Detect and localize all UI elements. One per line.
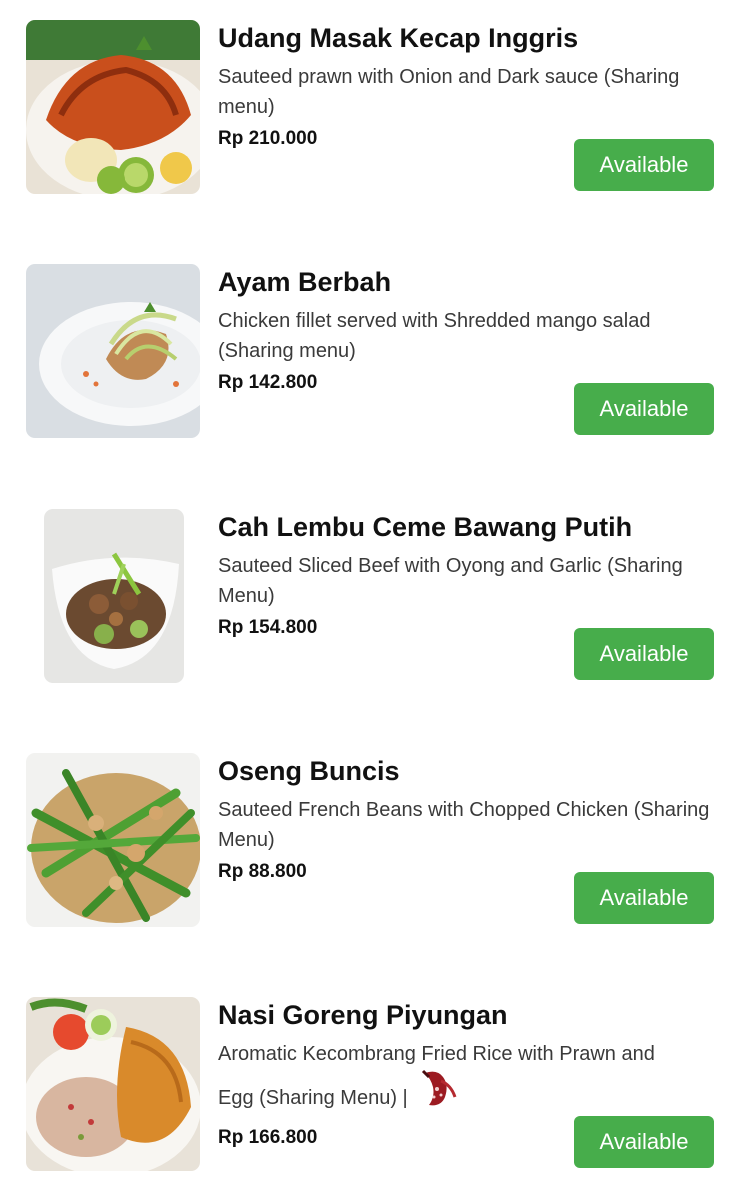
menu-list: Udang Masak Kecap Inggris Sauteed prawn … [0,0,739,1200]
beef-stirfry-image [44,509,184,683]
item-title: Udang Masak Kecap Inggris [218,23,579,53]
menu-item: Cah Lembu Ceme Bawang Putih Sauteed Slic… [0,509,739,709]
item-description: Sauteed prawn with Onion and Dark sauce … [218,66,680,118]
chili-icon [415,1067,459,1111]
item-price: Rp 166.800 [218,1127,318,1148]
item-title: Oseng Buncis [218,756,400,786]
available-button[interactable]: Available [574,383,714,435]
french-beans-image [26,753,200,927]
available-button[interactable]: Available [574,139,714,191]
chicken-fillet-image [26,264,200,438]
item-price: Rp 154.800 [218,617,318,638]
item-description-line1: Aromatic Kecombrang Fried Rice with Praw… [218,1043,655,1065]
item-title: Nasi Goreng Piyungan [218,1000,508,1030]
menu-item: Nasi Goreng Piyungan Aromatic Kecombrang… [0,997,739,1197]
item-title: Cah Lembu Ceme Bawang Putih [218,512,633,542]
available-button[interactable]: Available [574,872,714,924]
item-price: Rp 88.800 [218,861,307,882]
menu-item: Oseng Buncis Sauteed French Beans with C… [0,753,739,953]
item-description: Sauteed Sliced Beef with Oyong and Garli… [218,555,683,607]
available-button[interactable]: Available [574,628,714,680]
item-title: Ayam Berbah [218,267,392,297]
item-price: Rp 210.000 [218,128,318,149]
item-description: Chicken fillet served with Shredded mang… [218,310,651,362]
item-price: Rp 142.800 [218,372,318,393]
item-description-line2: Egg (Sharing Menu) | [218,1087,408,1109]
available-button[interactable]: Available [574,1116,714,1168]
menu-item: Udang Masak Kecap Inggris Sauteed prawn … [0,20,739,220]
prawn-dish-image [26,20,200,194]
fried-rice-image [26,997,200,1171]
item-description: Sauteed French Beans with Chopped Chicke… [218,799,710,851]
item-description: Aromatic Kecombrang Fried Rice with Praw… [218,1039,718,1121]
menu-item: Ayam Berbah Chicken fillet served with S… [0,264,739,464]
